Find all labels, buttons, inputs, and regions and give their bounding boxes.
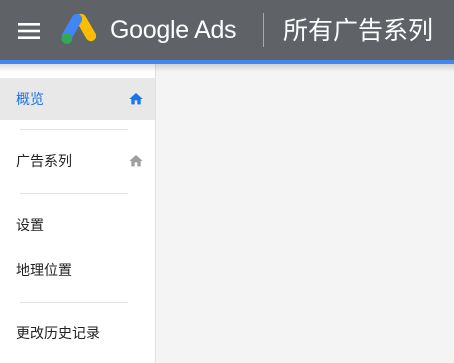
sidebar-item-label: 更改历史记录	[16, 326, 100, 342]
page-title: 所有广告系列	[283, 16, 434, 45]
sidebar-item-label: 广告系列	[16, 154, 72, 170]
hamburger-menu-icon	[18, 23, 40, 39]
sidebar-item-label: 设置	[16, 218, 44, 234]
brand-name: Google Ads	[110, 16, 237, 44]
header-divider	[263, 13, 264, 47]
sidebar-item-settings[interactable]: 设置	[0, 204, 155, 246]
sidebar-item-overview[interactable]: 概览	[0, 78, 155, 120]
google-ads-app: Google Ads 所有广告系列 概览 广告系列 设置 地理位置 更改历史记录	[0, 0, 454, 363]
google-ads-logo-icon[interactable]	[60, 12, 98, 46]
sidebar-nav: 概览 广告系列 设置 地理位置 更改历史记录	[0, 64, 156, 363]
sidebar-item-label: 地理位置	[16, 263, 72, 279]
sidebar-divider	[20, 129, 128, 130]
main-menu-button[interactable]	[12, 16, 46, 46]
top-app-bar: Google Ads 所有广告系列	[0, 0, 454, 60]
sidebar-divider	[20, 193, 128, 194]
home-icon[interactable]	[128, 91, 144, 107]
sidebar-item-change-history[interactable]: 更改历史记录	[0, 312, 155, 354]
sidebar-divider	[20, 302, 128, 303]
sidebar-item-locations[interactable]: 地理位置	[0, 249, 155, 291]
main-content-area	[156, 64, 454, 363]
sidebar-item-label: 概览	[16, 92, 44, 108]
home-icon[interactable]	[128, 153, 144, 169]
sidebar-item-campaigns[interactable]: 广告系列	[0, 140, 155, 182]
